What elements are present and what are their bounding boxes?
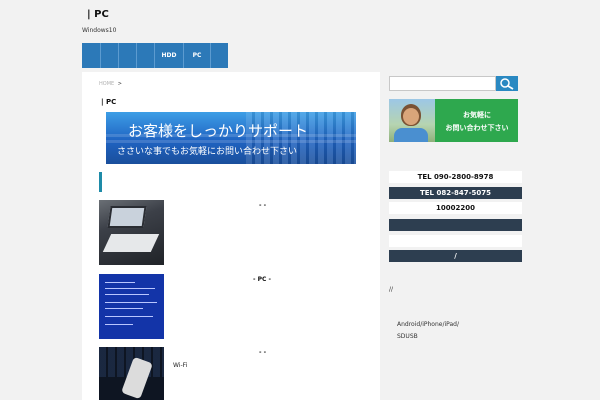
sidebar-storage-text: SDUSB (397, 333, 418, 340)
support-banner[interactable]: お客様をしっかりサポート ささいな事でもお気軽にお問い合わせ下さい (106, 112, 356, 164)
contact-banner-line1: お気軽に (463, 111, 491, 119)
business-hours: 10002200 (389, 202, 522, 214)
nav-item-hdd[interactable]: HDD (155, 43, 184, 68)
search-button[interactable] (496, 76, 518, 91)
site-title[interactable]: | PC (87, 9, 109, 20)
post-thumbnail-usb-cable[interactable] (99, 347, 164, 400)
nav-item-1[interactable] (82, 43, 101, 68)
post-item[interactable]: - - (99, 200, 369, 265)
post-excerpt: Wi-Fi (173, 362, 188, 369)
info-row (389, 235, 522, 247)
breadcrumb-home[interactable]: HOME (99, 81, 114, 87)
info-bar-1 (389, 219, 522, 231)
post-thumbnail-laptop[interactable] (99, 200, 164, 265)
nav-item-4[interactable] (137, 43, 155, 68)
section-heading-bar (99, 172, 102, 192)
breadcrumb: HOME > (99, 81, 122, 87)
contact-banner[interactable]: お気軽に お問い合わせ下さい (389, 99, 518, 142)
tel-office[interactable]: TEL 082-847-5075 (389, 187, 522, 199)
info-bar-2: / (389, 250, 522, 262)
main-content: HOME > | PC お客様をしっかりサポート ささいな事でもお気軽にお問い合… (82, 72, 380, 400)
tel-mobile[interactable]: TEL 090-2800-8978 (389, 171, 522, 183)
banner-headline: お客様をしっかりサポート (128, 122, 309, 140)
nav-item-2[interactable] (101, 43, 119, 68)
contact-banner-line2: お問い合わせ下さい (445, 124, 509, 132)
post-item[interactable]: - PC - (99, 274, 369, 339)
nav-item-3[interactable] (119, 43, 137, 68)
search-icon (500, 77, 514, 90)
sidebar-text: // (389, 286, 394, 293)
site-subtitle: Windows10 (82, 27, 117, 34)
banner-subline: ささいな事でもお気軽にお問い合わせ下さい (117, 147, 298, 157)
search-input[interactable] (389, 76, 496, 91)
post-title[interactable]: - - (259, 349, 266, 356)
nav-item-pc[interactable]: PC (184, 43, 211, 68)
post-title[interactable]: - PC - (253, 276, 271, 283)
global-nav: HDD PC (82, 43, 228, 68)
post-title[interactable]: - - (259, 202, 266, 209)
breadcrumb-separator: > (117, 81, 122, 87)
post-item[interactable]: - - Wi-Fi (99, 347, 369, 400)
nav-item-7[interactable] (211, 43, 228, 68)
staff-photo (389, 99, 435, 142)
page-title: | PC (101, 98, 117, 106)
sidebar-devices-text: Android/iPhone/iPad/ (397, 321, 460, 328)
post-thumbnail-bluescreen[interactable] (99, 274, 164, 339)
